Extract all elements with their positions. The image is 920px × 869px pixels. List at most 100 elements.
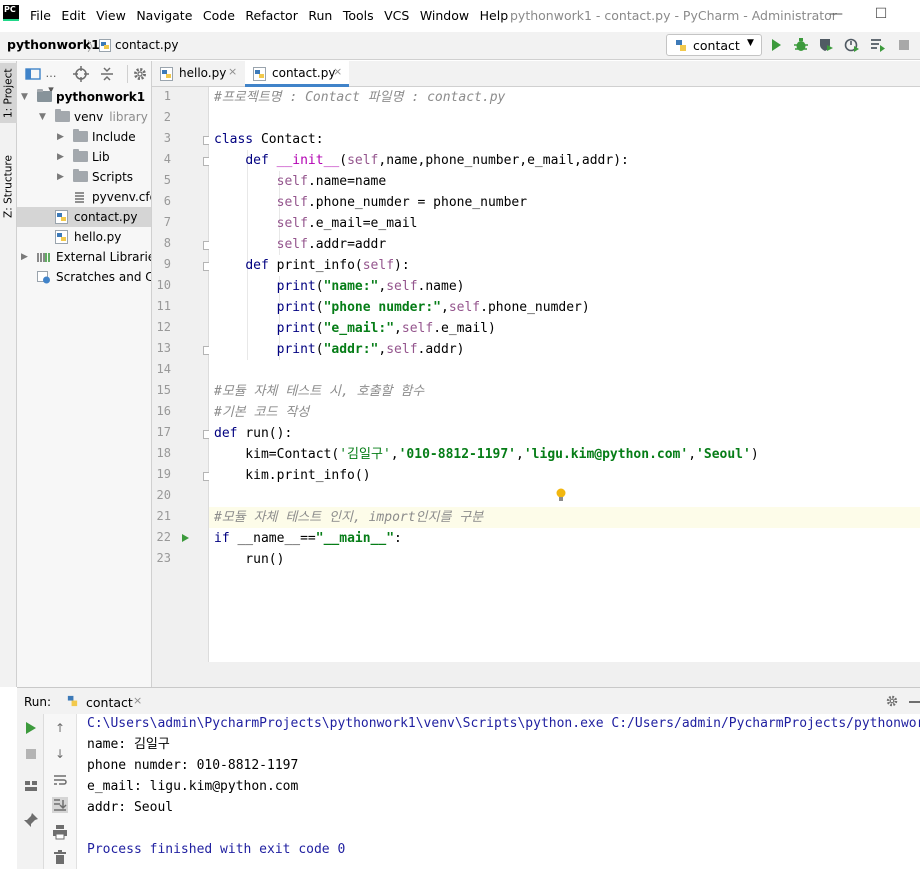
trash-icon[interactable] [52,849,68,865]
console-output-line: addr: Seoul [87,800,174,815]
code-line: def print_info(self): [214,255,409,276]
tree-item-external-libraries[interactable]: ▶ External Libraries [17,247,151,267]
soft-wrap-icon[interactable] [52,772,68,788]
tab-hello-py[interactable]: hello.py × [152,61,244,87]
maximize-button[interactable]: ☐ [871,4,891,24]
run-tab-contact[interactable]: contact × [61,688,153,715]
chevron-down-icon[interactable]: ▼ [39,107,46,127]
collapse-all-icon[interactable] [99,66,115,82]
tree-item-venv[interactable]: ▼ venv library root [17,107,151,127]
chevron-right-icon[interactable]: ▶ [57,127,64,147]
project-view-icon[interactable] [25,66,41,82]
close-icon[interactable]: × [133,694,142,707]
code-token: , [516,447,524,462]
code-token: run(): [245,426,293,441]
menu-item-tools[interactable]: Tools [343,8,374,23]
breadcrumb-project[interactable]: pythonwork1 [7,37,100,52]
python-file-icon [99,39,111,52]
console-output-line: e_mail: ligu.kim@python.com [87,779,299,794]
console-tools-column: ↑ ↓ [44,714,77,869]
code-token: def [245,258,277,273]
tree-item-scripts[interactable]: ▶ Scripts [17,167,151,187]
tree-item-label: Lib [92,150,110,164]
tree-item-contact-py[interactable]: contact.py [17,207,151,227]
code-token: self [448,300,481,315]
code-editor[interactable]: #프로젝트명 : Contact 파일명 : contact.py class C… [209,87,920,662]
coverage-icon[interactable] [818,37,834,53]
line-number: 8 [163,236,171,250]
menu-item-view[interactable]: View [96,8,126,23]
tree-item-scratches-and-consoles[interactable]: Scratches and Consoles [17,267,151,287]
tree-item-hint: library root [109,110,151,124]
run-configuration-dropdown[interactable]: contact ▼ [666,34,762,56]
menu-item-refactor[interactable]: Refactor [245,8,297,23]
menu-item-file[interactable]: File [30,8,51,23]
tab-contact-py[interactable]: contact.py × [245,61,349,87]
tree-item-text: contact.py [74,207,137,227]
tree-item-pythonwork1[interactable]: ▼ pythonwork1C:\Users\admin\PycharmProjec… [17,87,151,107]
project-toolbar: …▾ [17,61,151,96]
menu-item-edit[interactable]: Edit [61,8,85,23]
breadcrumb-file[interactable]: contact.py [115,38,178,52]
concurrency-icon[interactable] [870,37,886,53]
tab-project[interactable]: 1: Project [0,63,17,123]
code-token: .addr) [417,342,465,357]
code-token: .name=name [307,174,387,189]
gear-icon[interactable] [885,694,899,708]
stop-icon[interactable] [896,37,912,53]
menu-item-navigate[interactable]: Navigate [136,8,192,23]
menu-item-vcs[interactable]: VCS [384,8,409,23]
print-icon[interactable] [52,824,68,840]
tab-label: contact.py [272,66,336,80]
tree-item-hello-py[interactable]: hello.py [17,227,151,247]
line-number: 6 [163,194,171,208]
menu-item-window[interactable]: Window [420,8,469,23]
line-number: 7 [163,215,171,229]
locate-icon[interactable] [73,66,89,82]
chevron-right-icon[interactable]: ▶ [57,167,64,187]
rerun-icon[interactable] [23,720,39,736]
chevron-right-icon[interactable]: ▶ [21,247,28,267]
chevron-down-icon[interactable]: ▼ [21,87,28,107]
menu-item-help[interactable]: Help [480,8,509,23]
minimize-button[interactable]: — [826,4,846,24]
code-line: #모듈 자체 테스트 인지, import인지를 구분 [214,507,483,528]
view-options-icon[interactable]: …▾ [43,66,59,96]
tree-item-label: hello.py [74,230,122,244]
tree-item-label: Include [92,130,136,144]
run-console[interactable]: C:\Users\admin\PycharmProjects\pythonwor… [77,714,920,869]
folder-icon [73,149,88,162]
stop-icon[interactable] [23,746,39,762]
tree-item-lib[interactable]: ▶ Lib [17,147,151,167]
chevron-right-icon[interactable]: ▶ [57,147,64,167]
code-token: .phone_numder) [480,300,590,315]
line-number: 2 [163,110,171,124]
tab-structure[interactable]: Z: Structure [0,151,17,223]
line-number: 4 [163,152,171,166]
tree-item-include[interactable]: ▶ Include [17,127,151,147]
profile-icon[interactable] [844,37,860,53]
debug-icon[interactable] [793,37,809,53]
lightbulb-icon[interactable] [556,488,566,502]
menu-item-code[interactable]: Code [203,8,235,23]
arrow-down-icon[interactable]: ↓ [52,746,68,762]
hide-panel-icon[interactable] [909,701,920,703]
console-command-line: C:\Users\admin\PycharmProjects\pythonwor… [87,716,920,731]
gear-icon[interactable] [132,66,148,82]
run-icon[interactable] [768,37,784,53]
scroll-to-end-icon[interactable] [52,797,68,813]
run-configuration-label: contact [693,38,740,53]
code-line: self.e_mail=e_mail [214,213,418,234]
code-token: kim=Contact( [214,447,340,462]
menu-item-run[interactable]: Run [308,8,332,23]
arrow-up-icon[interactable]: ↑ [52,720,68,736]
window-title: pythonwork1 - contact.py - PyCharm - Adm… [510,8,837,23]
code-line: print("e_mail:",self.e_mail) [214,318,496,339]
layout-icon[interactable] [23,778,39,794]
run-gutter-icon[interactable] [182,534,189,542]
close-icon[interactable]: × [333,65,342,78]
tree-item-pyvenv-cfg[interactable]: pyvenv.cfg [17,187,151,207]
close-icon[interactable]: × [228,65,237,78]
pin-icon[interactable] [23,812,39,828]
